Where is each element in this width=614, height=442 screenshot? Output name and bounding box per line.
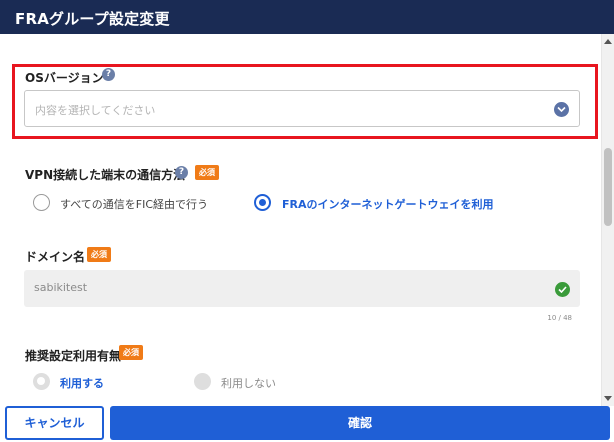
char-count: 10 / 48 [547, 314, 572, 322]
os-version-select[interactable]: 内容を選択してください [24, 90, 580, 127]
domain-input[interactable]: sabikitest [24, 270, 580, 307]
cancel-button[interactable]: キャンセル [5, 406, 104, 440]
radio-not-use-label[interactable]: 利用しない [221, 375, 276, 391]
required-badge: 必須 [87, 247, 111, 262]
chevron-down-icon[interactable] [554, 102, 569, 117]
radio-fra-gateway-label[interactable]: FRAのインターネットゲートウェイを利用 [282, 196, 494, 212]
footer: キャンセル 確認 [0, 406, 614, 442]
check-icon [555, 282, 570, 297]
radio-not-use[interactable] [194, 373, 211, 390]
required-badge: 必須 [119, 345, 143, 360]
required-badge: 必須 [195, 165, 219, 180]
domain-label: ドメイン名 [25, 250, 86, 264]
confirm-button[interactable]: 確認 [110, 406, 610, 440]
radio-fra-gateway[interactable] [254, 194, 271, 211]
scrollbar[interactable] [601, 34, 614, 406]
domain-value: sabikitest [34, 281, 88, 294]
radio-fic-label[interactable]: すべての通信をFIC経由で行う [60, 196, 208, 212]
radio-use[interactable] [33, 373, 50, 390]
recommended-label: 推奨設定利用有無 [25, 349, 122, 363]
dialog-title: FRAグループ設定変更 [0, 0, 614, 34]
radio-fic[interactable] [33, 194, 50, 211]
scroll-thumb[interactable] [604, 148, 612, 226]
help-icon[interactable]: ? [175, 166, 188, 179]
select-placeholder: 内容を選択してください [35, 104, 156, 117]
scroll-up-icon[interactable] [604, 39, 612, 44]
help-icon[interactable]: ? [102, 68, 115, 81]
scroll-down-icon[interactable] [604, 396, 612, 401]
os-version-label: OSバージョン [25, 71, 104, 85]
radio-use-label[interactable]: 利用する [60, 375, 104, 391]
vpn-method-label: VPN接続した端末の通信方法 [25, 168, 186, 182]
